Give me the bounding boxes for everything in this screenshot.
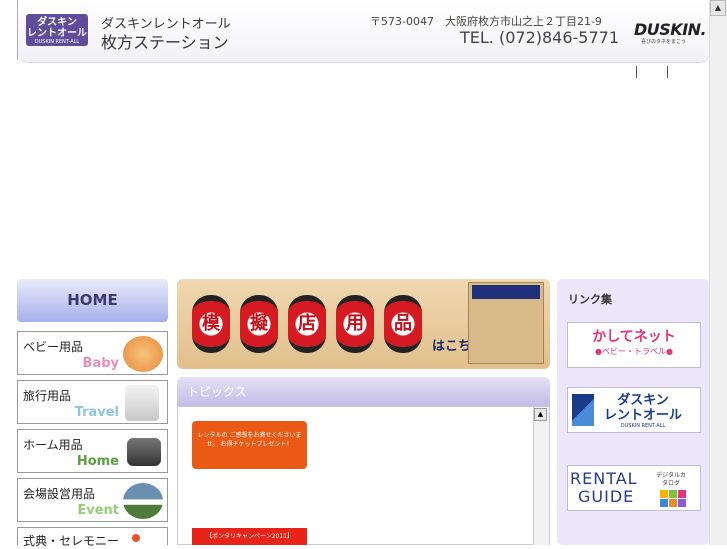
catalog-square-icon	[669, 499, 677, 507]
catalog-square-icon	[678, 490, 686, 498]
lantern-icon: 店	[288, 295, 326, 353]
lantern-icon: 擬	[240, 295, 278, 353]
link-rental-guide[interactable]: RENTAL GUIDE デジタルカタログ	[567, 465, 701, 511]
divider	[667, 66, 668, 78]
catalog-square-icon	[669, 490, 677, 498]
catalog-square-icon	[678, 499, 686, 507]
logo-line-3: DUSKIN RENT-ALL	[34, 39, 80, 45]
topics-header: トピックス	[177, 377, 550, 407]
brand-tagline: 喜びのタネをまこう	[641, 39, 687, 45]
logo-line-1: ダスキン	[37, 17, 77, 28]
topic-banner-review[interactable]: レンタルの ご感想をお寄せくださいませ。 お得チケットプレゼント！	[192, 421, 307, 469]
divider	[636, 66, 637, 78]
nav-item-travel[interactable]: 旅行用品 Travel	[17, 380, 168, 424]
nav-label-en: Travel	[74, 405, 119, 420]
nav-item-ceremony[interactable]: 式典・セレモニー	[17, 527, 168, 548]
link-subtitle: ●ベビー・トラベル●	[595, 347, 673, 356]
home-button[interactable]: HOME	[17, 279, 168, 322]
topics-scrollbar[interactable]	[533, 407, 549, 545]
nav-item-event[interactable]: 会場設営用品 Event	[17, 478, 168, 522]
nav-label-en: Baby	[82, 356, 119, 371]
nav-label: ホーム用品	[23, 438, 83, 452]
nav-label-en: Event	[77, 503, 119, 518]
address: 〒573-0047 大阪府枚方市山之上２丁目21-9	[370, 15, 602, 28]
nav-label: 式典・セレモニー	[23, 534, 120, 548]
link-kashite-net[interactable]: かしてネット ●ベビー・トラベル●	[567, 322, 701, 368]
catalog-square-icon	[660, 499, 668, 507]
telephone: TEL. (072)846-5771	[460, 28, 620, 47]
logo-line-2: レントオール	[27, 28, 87, 39]
station-name: 枚方ステーション	[101, 33, 229, 52]
logo[interactable]: ダスキン レントオール DUSKIN RENT-ALL	[26, 14, 88, 46]
stall-roof	[472, 285, 540, 299]
catalog-square-icon	[660, 490, 668, 498]
lantern-icon: 用	[336, 295, 374, 353]
link-title: かしてネット	[592, 329, 676, 345]
link-note: デジタルカタログ	[656, 472, 686, 487]
link-duskin-rentall[interactable]: ダスキン レントオール DUSKIN RENT-ALL	[567, 387, 701, 433]
nav-item-home[interactable]: ホーム用品 Home	[17, 429, 168, 473]
suitcase-icon	[125, 385, 159, 421]
tent-icon	[123, 483, 163, 519]
lantern-icon: 模	[192, 295, 230, 353]
page-scrollbar[interactable]	[709, 0, 727, 545]
nav-label: 旅行用品	[23, 389, 72, 403]
lantern-icon: 品	[384, 295, 422, 353]
rentall-mark-icon	[572, 394, 594, 426]
topic-banner-campaign[interactable]: 【ポンタリキャンペーン2011】	[192, 528, 307, 545]
nav-item-baby[interactable]: ベビー用品 Baby	[17, 331, 168, 375]
scroll-up-arrow-icon[interactable]: ▲	[710, 0, 726, 16]
duskin-brand-logo[interactable]: DUSKIN.	[634, 20, 707, 39]
nav-label: ベビー用品	[23, 340, 84, 354]
baby-icon	[123, 336, 163, 372]
flower-icon	[132, 534, 140, 542]
nav-label: 会場設営用品	[23, 487, 96, 501]
video-camera-icon	[127, 438, 161, 466]
nav-label-en: Home	[76, 454, 119, 469]
scroll-up-arrow-icon[interactable]: ▲	[534, 408, 547, 421]
links-title: リンク集	[568, 293, 612, 306]
